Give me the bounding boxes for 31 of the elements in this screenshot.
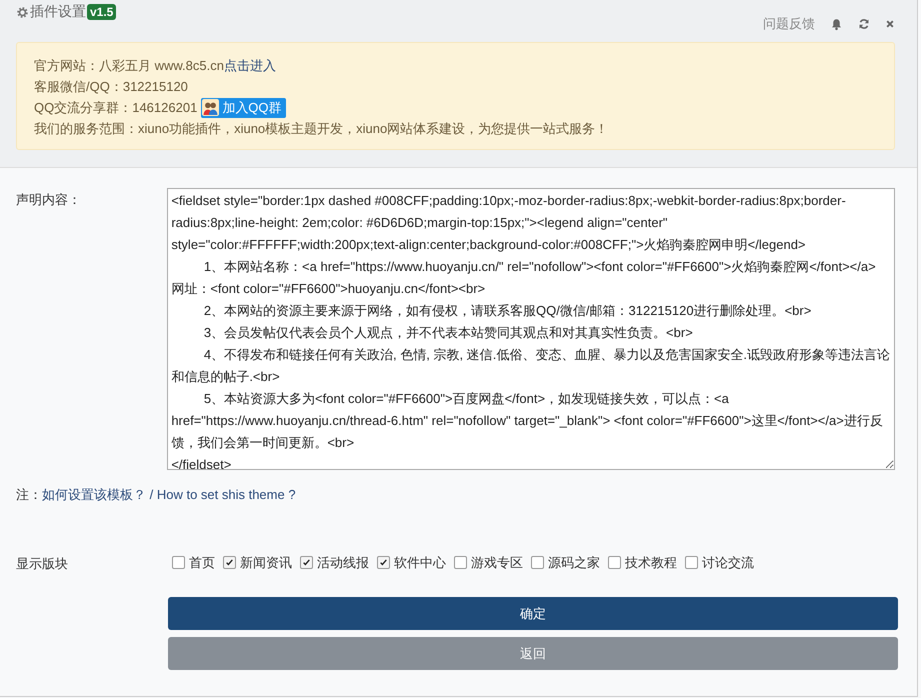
refresh-icon[interactable]	[858, 18, 870, 30]
notice-text: QQ交流分享群：146126201	[34, 99, 198, 117]
help-link[interactable]: 如何设置该模板？ / How to set shis theme ?	[42, 487, 296, 502]
checkbox-label: 新闻资讯	[240, 554, 292, 572]
site-link[interactable]: 点击进入	[224, 55, 276, 76]
note-label: 注：	[16, 487, 42, 502]
checkbox[interactable]	[172, 556, 185, 569]
checkbox-label: 活动线报	[317, 554, 369, 572]
checkbox[interactable]	[608, 556, 621, 569]
checkbox-label: 软件中心	[394, 554, 446, 572]
checkbox-label: 首页	[189, 554, 215, 572]
checkbox[interactable]	[531, 556, 544, 569]
version-badge: v1.5	[87, 4, 116, 20]
notice-text: 官方网站：八彩五月 www.8c5.cn	[34, 57, 224, 75]
checkbox-label: 源码之家	[548, 554, 600, 572]
field-label: 声明内容：	[16, 191, 82, 209]
page-title: 插件设置	[30, 3, 86, 21]
bell-icon[interactable]	[830, 18, 843, 30]
notice-text: 客服微信/QQ：312215120	[34, 78, 188, 96]
checkbox-label: 技术教程	[625, 554, 677, 572]
checkbox-label: 游戏专区	[471, 554, 523, 572]
people-icon[interactable]	[202, 99, 220, 116]
checkbox[interactable]	[454, 556, 467, 569]
checkbox[interactable]	[685, 556, 698, 569]
field-label: 显示版块	[16, 555, 69, 573]
notice-text: 我们的服务范围：xiuno功能插件，xiuno模板主题开发，xiuno网站体系建设，为您提供一站式服务！	[34, 120, 608, 138]
confirm-button[interactable]: 确定	[168, 597, 898, 630]
gear-icon	[16, 6, 29, 18]
close-icon[interactable]	[885, 19, 895, 29]
checkbox-label: 讨论交流	[702, 554, 754, 572]
statement-textarea[interactable]: <fieldset style="border:1px dashed #008CFF;padding:10px;-moz-border-radius:8px;-webkit-border-radius:8px;border-radius:8px;line-height: 2em;color: #6D6D6D;margin-top:15px;"><legend align="center" style="color:#FFFFFF;width:200px;text-align:center;background-color:#008CFF;">火焰驹秦腔网申明</legend> 1、本网站名称：<a href="https://www.huoyanju.cn/" rel="nofollow"><font color="#FF6600">火焰驹秦腔网</font></a> 网址：<font color="#FF6600">huoyanju.cn</font><br> 2、本网站的资源主要来源于网络，如有侵权，请联系客服QQ/微信/邮箱：312215120进行删除处理。<br> 3、会员发帖仅代表会员个人观点，并不代表本站赞同其观点和对其真实性负责。<br> 4、不得发布和链接任何有关政治, 色情, 宗教, 迷信.低俗、变态、血腥、暴力以及危害国家安全.诋毁政府形象等违法言论和信息的帖子.<br> 5、本站资源大多为<font color="#FF6600">百度网盘</font>，如发现链接失效，可以点：<a href="https://www.huoyanju.cn/thread-6.htm" rel="nofollow" target="_blank"> <font color="#FF6600">这里</font></a>进行反馈，我们会第一时间更新。<br> </fieldset>	[167, 188, 895, 470]
